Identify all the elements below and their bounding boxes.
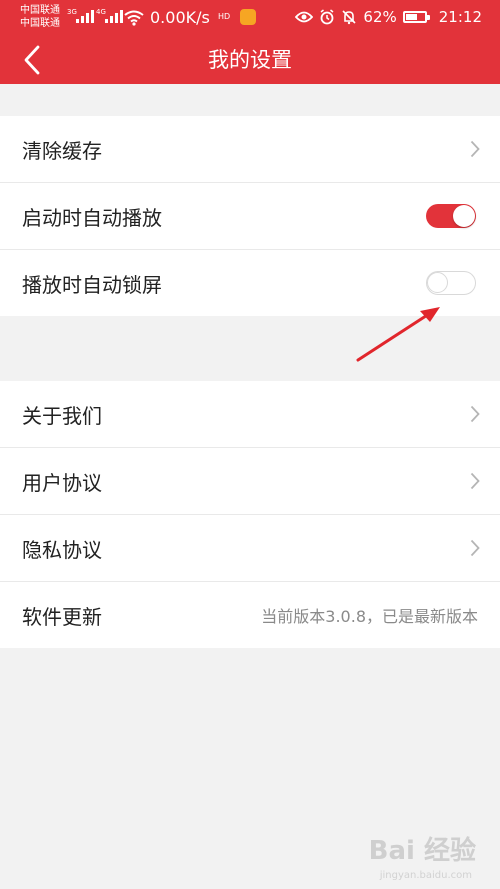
clear-cache-row[interactable]: 清除缓存 [0, 116, 500, 183]
chevron-right-icon [470, 405, 480, 423]
autoplay-on-start-label: 启动时自动播放 [22, 205, 162, 230]
battery-icon [402, 11, 430, 23]
carrier-labels: 中国联通 中国联通 [20, 4, 60, 30]
nav-bar: 我的设置 [0, 36, 500, 84]
wifi-icon [124, 10, 144, 26]
auto-lock-screen-label: 播放时自动锁屏 [22, 272, 162, 297]
autoplay-on-start-row: 启动时自动播放 [0, 183, 500, 250]
status-right-group: 62% 21:12 [295, 8, 482, 26]
privacy-agreement-row[interactable]: 隐私协议 [0, 515, 500, 582]
watermark-url: jingyan.baidu.com [379, 870, 472, 881]
user-agreement-label: 用户协议 [22, 470, 102, 495]
network-speed: 0.00K/s [150, 8, 210, 27]
signal-1-icon [76, 10, 94, 23]
software-update-label: 软件更新 [22, 604, 102, 629]
chevron-right-icon [470, 472, 480, 490]
eye-icon [295, 11, 314, 23]
settings-group-1: 清除缓存 启动时自动播放 播放时自动锁屏 [0, 116, 500, 316]
privacy-agreement-label: 隐私协议 [22, 537, 102, 562]
annotation-arrow-icon [356, 307, 440, 362]
autoplay-on-start-toggle[interactable] [426, 204, 476, 228]
watermark-logo: Bai 经验 [368, 836, 476, 866]
toggle-knob [453, 205, 475, 227]
carrier-1: 中国联通 [20, 5, 60, 16]
chevron-right-icon [470, 140, 480, 158]
about-us-row[interactable]: 关于我们 [0, 381, 500, 448]
settings-group-2: 关于我们 用户协议 隐私协议 软件更新 当前版本3.0.8，已是最新版本 [0, 381, 500, 648]
alarm-icon [320, 9, 334, 25]
battery-fill [405, 14, 417, 20]
clock: 21:12 [438, 8, 482, 26]
battery-percent: 62% [363, 8, 397, 26]
bell-off-icon [342, 10, 356, 25]
clear-cache-label: 清除缓存 [22, 138, 102, 163]
user-agreement-row[interactable]: 用户协议 [0, 448, 500, 515]
hd-badge: HD [218, 12, 231, 21]
toggle-knob [427, 272, 448, 293]
signal-2-icon [105, 10, 123, 23]
carrier-2: 中国联通 [20, 18, 60, 29]
status-bar: 中国联通 中国联通 3G 4G 0.00K/s HD 62% 21:12 [0, 0, 500, 36]
app-notification-icon [240, 9, 256, 25]
chevron-right-icon [470, 539, 480, 557]
about-us-label: 关于我们 [22, 403, 102, 428]
auto-lock-screen-toggle[interactable] [426, 271, 476, 295]
version-status: 当前版本3.0.8，已是最新版本 [261, 607, 478, 626]
page-title: 我的设置 [208, 48, 292, 72]
software-update-row[interactable]: 软件更新 当前版本3.0.8，已是最新版本 [0, 582, 500, 648]
